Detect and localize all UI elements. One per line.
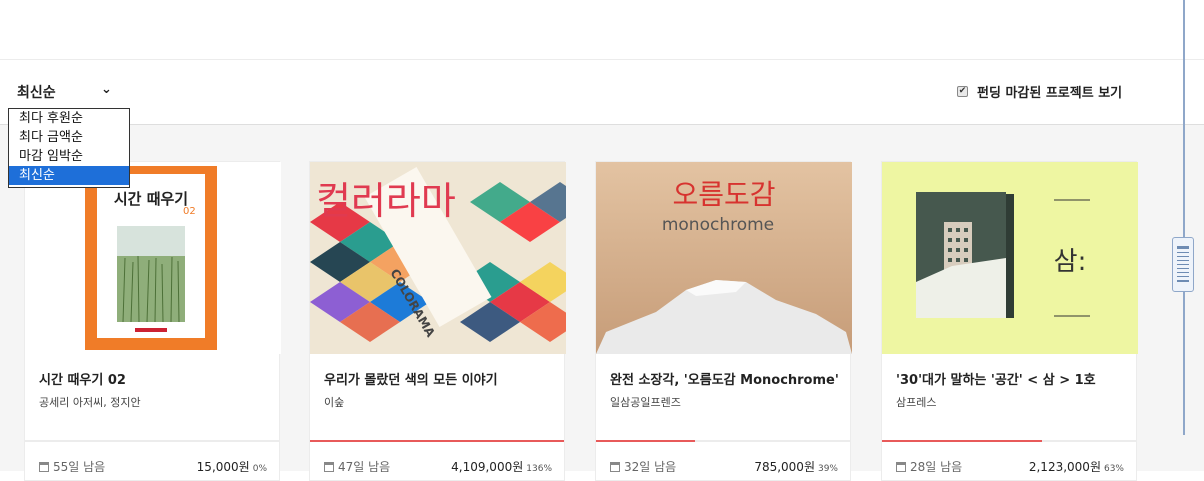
project-title[interactable]: '30'대가 말하는 '공간' < 삼 > 1호 [896,369,1096,388]
project-title[interactable]: 시간 때우기 02 [39,369,126,388]
grip-icon [1177,246,1189,282]
project-creator: 이숲 [324,396,345,409]
scrollbar-thumb[interactable] [1172,237,1194,292]
days-left: 55일 남음 [39,458,105,475]
project-thumbnail[interactable]: 시간 때우기 02 [25,162,281,354]
project-title[interactable]: 완전 소장각, '오름도감 Monochrome' [610,369,839,388]
book4-text: 삼: [1054,247,1087,277]
funded-percent: 63% [1103,464,1124,474]
sort-option-selected[interactable]: 최신순 [9,166,129,185]
book2-text: 컬러라마 [316,179,456,223]
scrollbar-track[interactable] [1183,0,1185,435]
show-ended-label: 펀딩 마감된 프로젝트 보기 [977,85,1123,101]
project-thumbnail[interactable]: COLORAMA 컬러라마 [310,162,566,354]
progress-bar [596,440,696,442]
book3-sub: monochrome [662,215,774,235]
project-creator: 삼프레스 [896,396,937,409]
show-ended-toggle[interactable]: ✔ 펀딩 마감된 프로젝트 보기 [957,82,1123,101]
days-left: 32일 남음 [610,458,676,475]
funded-amount: 4,109,000원 136% [451,460,552,474]
progress-bar [882,440,1043,442]
top-bar [0,0,1204,60]
progress-bar [310,440,564,442]
project-card[interactable]: 삼: '30'대가 말하는 '공간' < 삼 > 1호 삼프레스 28일 남음 … [881,161,1138,481]
funded-amount: 785,000원 39% [754,460,838,474]
project-card[interactable]: 시간 때우기 02 시간 때우기 02 공세리 아저씨, 정지안 55일 남음 … [24,161,281,481]
funded-amount: 15,000원 0% [196,460,267,474]
progress-track [310,440,564,442]
book3-title: 오름도감 [672,178,775,211]
project-grid: 시간 때우기 02 시간 때우기 02 공세리 아저씨, 정지안 55일 남음 … [0,125,1204,481]
sort-option[interactable]: 마감 임박순 [9,147,129,166]
project-creator: 일삼공일프렌즈 [610,396,681,409]
sort-select[interactable]: 최신순 ⌄ [17,82,117,101]
filter-bar: 최신순 ⌄ ✔ 펀딩 마감된 프로젝트 보기 [0,60,1204,125]
show-ended-checkbox[interactable]: ✔ [957,85,968,97]
project-thumbnail[interactable]: 삼: [882,162,1138,354]
progress-track [882,440,1136,442]
project-title[interactable]: 우리가 몰랐던 색의 모든 이야기 [324,369,498,388]
sort-selected-label: 최신순 [17,85,56,101]
progress-track [596,440,850,442]
funded-percent: 39% [817,464,838,474]
book1-num: 02 [183,206,196,217]
funded-percent: 136% [526,464,552,474]
project-creator: 공세리 아저씨, 정지안 [39,396,141,409]
project-card[interactable]: 오름도감 monochrome 완전 소장각, '오름도감 Monochrome… [595,161,852,481]
funded-amount: 2,123,000원 63% [1028,460,1124,474]
chevron-down-icon: ⌄ [101,82,112,97]
progress-track [25,440,279,442]
days-left: 47일 남음 [324,458,390,475]
book1-title: 시간 때우기 [114,190,188,208]
sort-dropdown: 최다 후원순 최다 금액순 마감 임박순 최신순 [8,108,130,188]
days-left: 28일 남음 [896,458,962,475]
project-card[interactable]: COLORAMA 컬러라마 우리가 몰랐던 색의 모든 이야기 이숲 47일 남… [309,161,566,481]
sort-option[interactable]: 최다 후원순 [9,109,129,128]
sort-option[interactable]: 최다 금액순 [9,128,129,147]
funded-percent: 0% [252,464,267,474]
project-thumbnail[interactable]: 오름도감 monochrome [596,162,852,354]
